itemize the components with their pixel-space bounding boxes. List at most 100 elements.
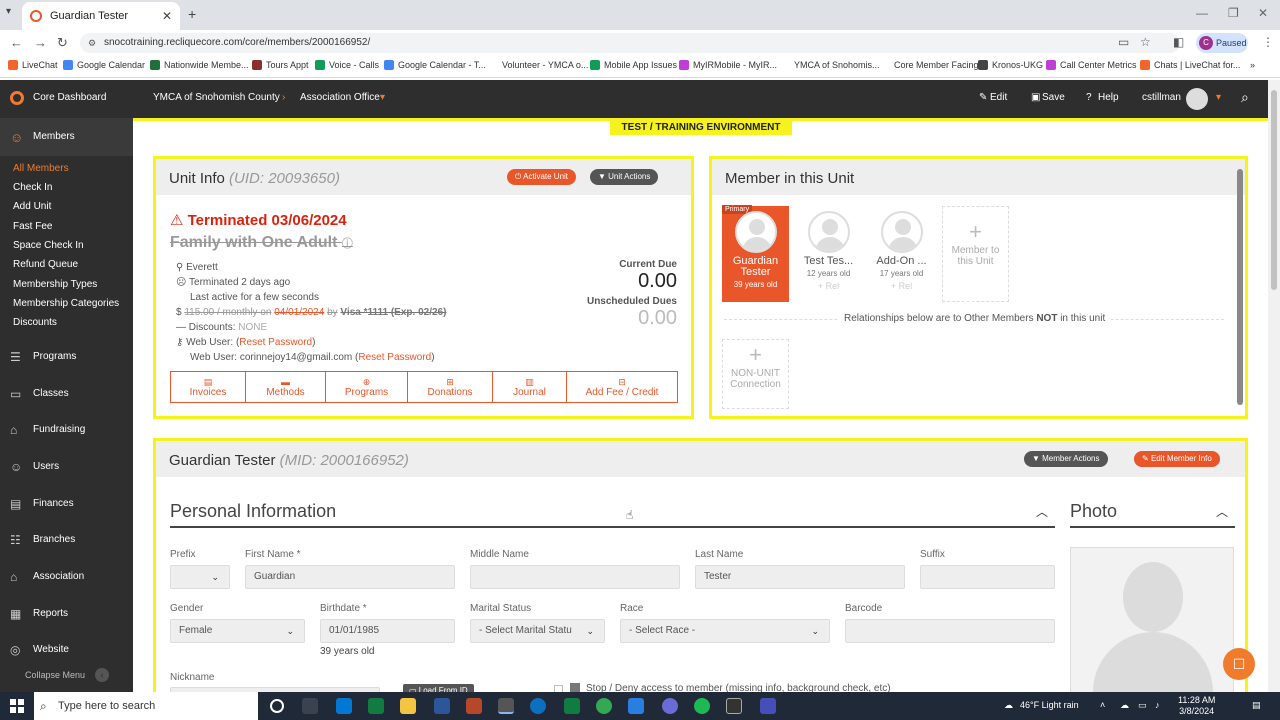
bookmark[interactable]: LiveChat [8,60,58,70]
programs-button[interactable]: ⊕ Programs [325,371,408,403]
sidebar-item-membership-categories[interactable]: Membership Categories [13,298,119,309]
sidebar-item-add-unit[interactable]: Add Unit [13,201,51,212]
teams-icon[interactable] [760,698,776,714]
onedrive-icon[interactable]: ☁ [1120,700,1129,711]
bookmark[interactable]: Google Calendar [63,60,145,70]
bookmark[interactable]: Google Calendar - T... [384,60,486,70]
save-icon[interactable]: ▣ [1031,92,1040,103]
sidebar-item-branches[interactable]: ☷ Branches [0,531,133,551]
avatar[interactable] [1186,88,1208,110]
card-icon[interactable]: ▭ [1118,35,1129,49]
journal-button[interactable]: ▥ Journal [492,371,567,403]
gender-select[interactable]: Female ⌄ [170,619,305,643]
add-fee-credit-button[interactable]: ⊟ Add Fee / Credit [566,371,678,403]
member-actions-button[interactable]: ▼ Member Actions [1024,451,1108,467]
activate-unit-button[interactable]: ⏻ Activate Unit [507,169,577,185]
collapse-personal-chevron-icon[interactable]: ︿ [1036,503,1048,520]
bookmark[interactable]: Tours Appt [252,60,309,70]
forward-icon[interactable]: → [34,35,47,50]
task-view-icon[interactable] [302,698,318,714]
terminal-icon[interactable] [726,698,742,714]
help-icon[interactable]: ? [1086,92,1092,103]
search-icon[interactable]: ⌕ [1241,89,1249,106]
save-link[interactable]: Save [1042,92,1065,103]
bookmark[interactable]: Mobile App Issues [590,60,677,70]
bookmark-star-icon[interactable]: ☆ [1140,35,1151,49]
bookmark[interactable]: Chats | LiveChat for... [1140,60,1240,70]
reset-password-link-2[interactable]: Reset Password [358,352,431,363]
tray-chevron-icon[interactable]: ˄ [1100,700,1105,710]
edge-icon[interactable] [530,698,546,714]
site-info-icon[interactable]: ⚙ [88,33,96,53]
page-scrollbar[interactable] [1268,80,1280,692]
sidebar-item-discounts[interactable]: Discounts [13,317,57,328]
sidebar-item-fundraising[interactable]: ⌂ Fundraising [0,421,133,441]
bookmark[interactable]: MyIRMobile - MyIR... [679,60,777,70]
info-icon[interactable]: ⓘ [342,238,353,250]
restore-icon[interactable]: ❐ [1228,6,1239,20]
taskbar-search-input[interactable]: ⌕ Type here to search [34,692,258,720]
collapse-menu-link[interactable]: Collapse Menu [25,670,85,680]
birthdate-field[interactable]: 01/01/1985 [320,619,455,643]
add-relationship-link[interactable]: + Rel [868,281,935,291]
notifications-icon[interactable]: ▤ [1252,700,1261,711]
add-relationship-link[interactable]: + Rel [795,281,862,291]
add-member-to-unit-button[interactable]: + Member to this Unit [942,206,1009,302]
browser-menu-icon[interactable]: ⋮ [1262,35,1274,49]
bookmark[interactable]: Voice - Calls [315,60,379,70]
file-explorer-icon[interactable] [400,698,416,714]
back-icon[interactable]: ← [10,35,23,50]
reset-password-link[interactable]: Reset Password [239,337,312,348]
minimize-icon[interactable]: — [1196,6,1208,20]
more-bookmarks-icon[interactable]: » [1250,60,1255,70]
chevron-down-icon[interactable]: ▾ [380,92,385,103]
weather-icon[interactable]: ☁ [1004,700,1013,711]
scrollbar-thumb[interactable] [1271,90,1277,290]
profile-button[interactable]: C Paused [1196,33,1248,53]
sidebar-item-membership-types[interactable]: Membership Types [13,279,97,290]
member-card[interactable]: Test Tes... 12 years old + Rel [795,206,862,302]
weather-text[interactable]: 46°F Light rain [1020,700,1079,710]
methods-button[interactable]: ▬ Methods [245,371,326,403]
username[interactable]: cstillman [1142,92,1181,103]
bookmark[interactable]: Nationwide Membe... [150,60,249,70]
sidebar-item-association[interactable]: ⌂ Association [0,568,133,588]
first-name-field[interactable]: Guardian [245,565,455,589]
calculator-icon[interactable] [368,698,384,714]
core-app-icon[interactable] [498,698,514,714]
chat-launcher-icon[interactable]: ☐ [1223,648,1255,680]
edit-member-info-button[interactable]: ✎ Edit Member Info [1134,451,1220,467]
settings-icon[interactable] [662,698,678,714]
collapse-chevron-icon[interactable]: ‹ [95,668,109,682]
last-name-field[interactable]: Tester [695,565,905,589]
sidebar-item-reports[interactable]: ▦ Reports [0,605,133,625]
donations-button[interactable]: ⊞ Donations [407,371,493,403]
brand-link[interactable]: Core Dashboard [33,92,106,103]
user-menu-chevron-icon[interactable]: ▾ [1216,92,1221,103]
bookmark[interactable]: Kronos-UKG [978,60,1043,70]
race-select[interactable]: - Select Race - ⌄ [620,619,830,643]
bookmark[interactable]: Core Member Facing [880,60,979,70]
acrobat-icon[interactable] [466,698,482,714]
middle-name-field[interactable] [470,565,680,589]
bookmark[interactable]: Call Center Metrics [1046,60,1137,70]
close-tab-icon[interactable]: ✕ [162,9,172,23]
reload-icon[interactable]: ↻ [57,35,68,51]
chrome-icon[interactable] [596,698,612,714]
sidebar-item-all-members[interactable]: All Members [13,163,69,174]
suffix-field[interactable] [920,565,1055,589]
sidebar-item-classes[interactable]: ▭ Classes [0,385,133,405]
excel-icon[interactable] [564,698,580,714]
member-card-primary[interactable]: Primary Guardian Tester 39 years old [722,205,789,302]
browser-tab[interactable]: Guardian Tester ✕ [22,2,180,30]
sidebar-section-members[interactable]: ☺ Members [0,118,133,156]
barcode-field[interactable] [845,619,1055,643]
new-tab-icon[interactable]: + [188,6,196,22]
url-input[interactable]: ⚙ snocotraining.recliquecore.com/core/me… [80,33,1180,53]
cortana-icon[interactable] [270,699,284,713]
sidebar-item-fast-fee[interactable]: Fast Fee [13,221,52,232]
todo-icon[interactable] [628,698,644,714]
sidepanel-icon[interactable]: ◧ [1173,35,1184,49]
marital-status-select[interactable]: - Select Marital Statu ⌄ [470,619,605,643]
sidebar-item-finances[interactable]: ▤ Finances [0,495,133,515]
